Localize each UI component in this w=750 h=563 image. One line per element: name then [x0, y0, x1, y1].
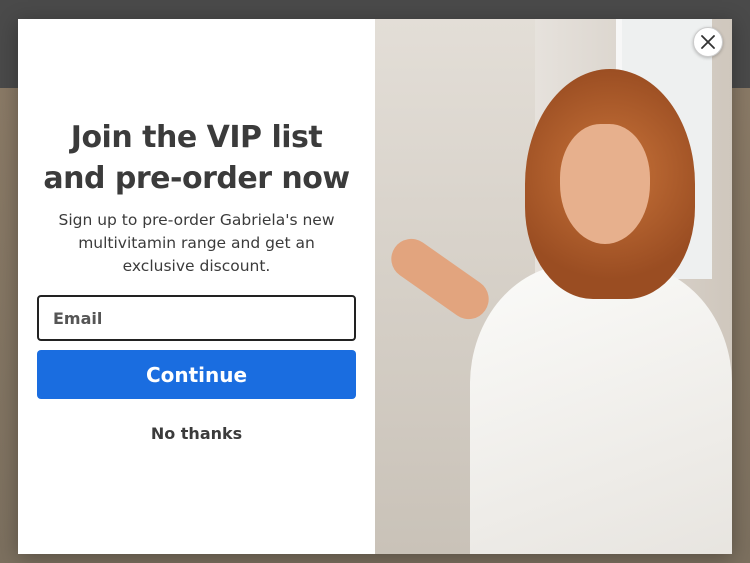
hero-photo: [375, 19, 732, 554]
email-field-wrapper: [37, 295, 356, 341]
popup-subtext: Sign up to pre-order Gabriela's new mult…: [58, 211, 335, 275]
signup-form-pane: Join the VIP list and pre-order now Sign…: [18, 19, 375, 554]
photo-shirt: [470, 264, 732, 554]
email-input[interactable]: [39, 297, 354, 339]
no-thanks-button[interactable]: No thanks: [145, 423, 248, 444]
signup-modal: Join the VIP list and pre-order now Sign…: [18, 19, 732, 554]
photo-face: [560, 124, 650, 244]
popup-headline: Join the VIP list and pre-order now: [43, 120, 350, 196]
continue-button[interactable]: Continue: [37, 350, 356, 399]
close-icon: [701, 35, 715, 49]
close-button[interactable]: [693, 27, 723, 57]
